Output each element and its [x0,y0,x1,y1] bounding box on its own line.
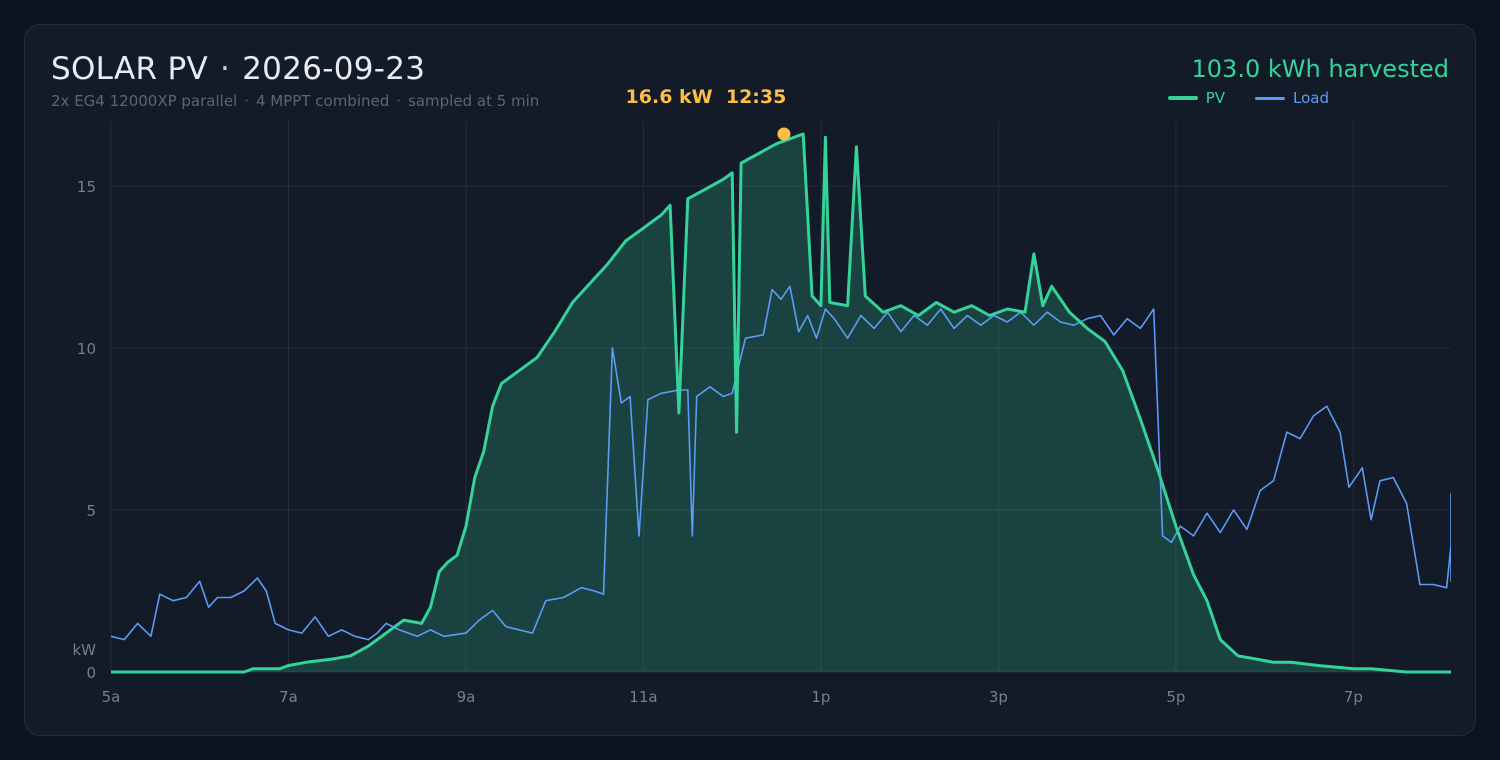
page-title: SOLAR PV · 2026-09-23 [51,51,425,87]
title-main: SOLAR PV [51,51,208,87]
legend: PV Load [1167,89,1329,107]
legend-label-load: Load [1293,89,1329,107]
legend-swatch-load [1255,96,1286,100]
title-date: 2026-09-23 [242,51,426,87]
legend-item-pv[interactable]: PV [1167,89,1226,107]
subtitle-separator: · [396,92,402,110]
y-axis-label: kW [72,641,96,659]
legend-item-load[interactable]: Load [1255,89,1329,107]
x-tick-label: 11a [629,688,657,706]
legend-label-pv: PV [1205,89,1226,107]
x-tick-label: 7a [279,688,298,706]
x-tick-label: 5p [1166,688,1185,706]
x-tick-label: 3p [989,688,1008,706]
x-tick-label: 5a [102,688,121,706]
peak-label: 16.6 kW 12:35 [626,86,787,108]
subtitle-separator: · [244,92,249,110]
y-tick-label: 5 [86,502,96,520]
subtitle-inverter: 2x EG4 12000XP parallel [51,92,238,110]
subtitle: 2x EG4 12000XP parallel · 4 MPPT combined ·… [51,92,539,110]
title-separator: · [219,51,231,87]
pv-area [111,134,1451,672]
x-tick-label: 9a [457,688,476,706]
y-tick-label: 10 [77,340,96,358]
harvest-total: 103.0 kWh harvested [1191,55,1449,83]
legend-swatch-pv [1167,96,1198,100]
y-tick-label: 15 [77,178,96,196]
x-tick-label: 1p [811,688,830,706]
x-tick-label: 7p [1344,688,1363,706]
peak-marker [777,127,791,141]
chart-card: 0 5 10 15 kW 5a 7a 9a 11a 1p 3p 5p 7p 16.6 kW 12:35 S… [24,24,1476,736]
y-tick-label: 0 [86,664,96,682]
subtitle-mppt: 4 MPPT combined [256,92,390,110]
chart-plot: 0 5 10 15 kW 5a 7a 9a 11a 1p 3p 5p 7p 16.6 kW 12:35 [72,86,1451,706]
subtitle-sampling: sampled at 5 min [408,92,540,110]
